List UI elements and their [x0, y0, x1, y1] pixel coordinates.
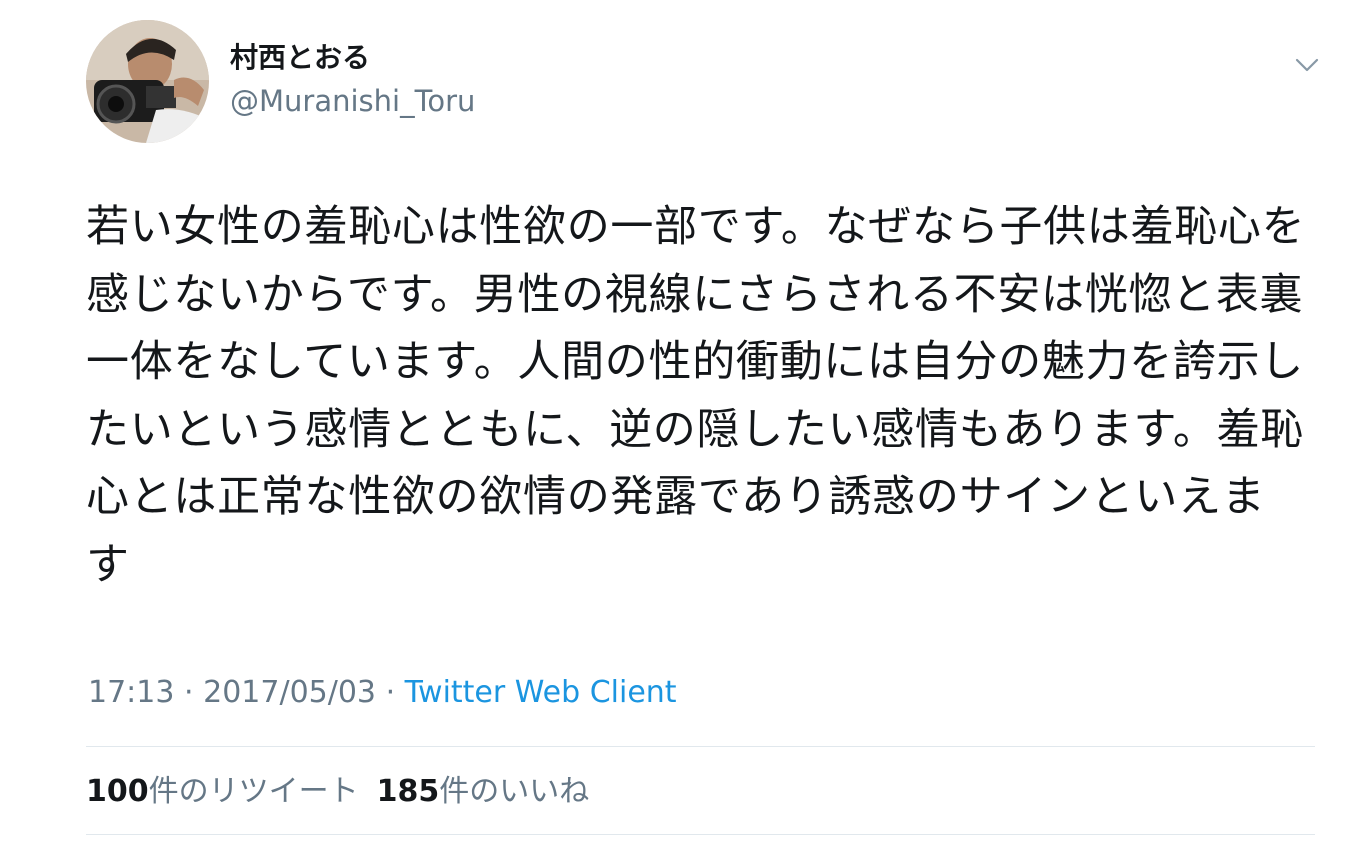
divider [86, 746, 1315, 747]
display-name[interactable]: 村西とおる [230, 40, 370, 76]
avatar[interactable] [86, 20, 209, 143]
retweets-count: 100 [86, 774, 149, 809]
tweet-card: 村西とおる @Muranishi_Toru 若い女性の羞恥心は性欲の一部です。な… [0, 0, 1347, 855]
profile-photo-icon [86, 20, 209, 143]
likes-label: 件のいいね [439, 774, 590, 809]
likes-count: 185 [376, 774, 440, 809]
user-handle[interactable]: @Muranishi_Toru [230, 82, 475, 120]
retweets-stat[interactable]: 100件のリツイート [86, 772, 359, 812]
tweet-stats: 100件のリツイート 185件のいいね [86, 772, 607, 812]
meta-separator: · [184, 675, 194, 710]
tweet-text: 若い女性の羞恥心は性欲の一部です。なぜなら子供は羞恥心を感じないからです。男性の… [86, 202, 1306, 590]
meta-separator: · [385, 675, 396, 710]
tweet-time[interactable]: 17:13 [88, 675, 174, 710]
chevron-down-icon[interactable] [1292, 50, 1322, 80]
tweet-date[interactable]: 2017/05/03 [203, 675, 376, 710]
tweet-metadata: 17:13 · 2017/05/03 · Twitter Web Client [88, 673, 677, 713]
likes-stat[interactable]: 185件のいいね [377, 772, 590, 812]
retweets-label: 件のリツイート [148, 774, 359, 809]
source-link[interactable]: Twitter Web Client [405, 675, 677, 710]
divider [86, 834, 1315, 835]
